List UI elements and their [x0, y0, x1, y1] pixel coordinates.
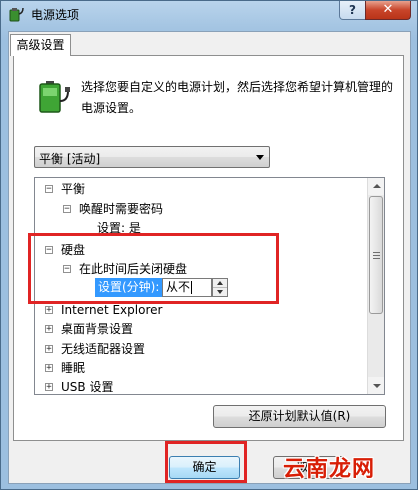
description-text: 选择您要自定义的电源计划，然后选择您希望计算机管理的电源设置。 [81, 80, 394, 115]
expand-icon[interactable]: + [45, 345, 53, 354]
collapse-icon[interactable]: − [45, 185, 53, 194]
tree-item-label: USB 设置 [61, 380, 114, 394]
power-plan-select[interactable]: 平衡 [活动] [34, 146, 270, 168]
collapse-icon[interactable]: − [63, 205, 71, 214]
expand-icon[interactable]: + [45, 364, 53, 373]
scroll-up-arrow-icon[interactable] [368, 178, 384, 195]
tree-item-label: 无线适配器设置 [61, 342, 146, 356]
tab-advanced-settings[interactable]: 高级设置 [10, 34, 71, 56]
window-title: 电源选项 [31, 8, 80, 22]
dropdown-arrow-icon [256, 155, 264, 160]
battery-plug-icon [39, 81, 70, 113]
annotation-box-hard-disk [28, 233, 279, 304]
tree-scrollbar[interactable] [367, 178, 384, 394]
tree-item-label: 唤醒时需要密码 [79, 202, 164, 216]
watermark-text: 云南龙网 [283, 457, 376, 482]
help-button[interactable]: ? [339, 1, 366, 20]
scroll-down-arrow-icon[interactable] [368, 377, 384, 394]
power-options-icon [9, 7, 24, 22]
tree-item-label: 桌面背景设置 [61, 322, 134, 336]
expand-icon[interactable]: + [45, 383, 53, 392]
scrollbar-thumb[interactable] [369, 196, 383, 314]
grip-line [373, 255, 380, 256]
tree-item-label: 睡眠 [61, 361, 86, 375]
grip-line [373, 258, 380, 259]
expand-icon[interactable]: + [45, 325, 53, 334]
power-plan-value: 平衡 [活动] [39, 152, 101, 166]
close-button[interactable]: ✕ [365, 1, 411, 20]
expand-icon[interactable]: + [45, 306, 53, 315]
restore-defaults-button[interactable]: 还原计划默认值(R) [213, 405, 386, 428]
grip-line [373, 252, 380, 253]
annotation-box-ok [165, 441, 247, 483]
title-bar[interactable]: 电源选项 ? ✕ [1, 1, 417, 27]
power-options-window: 电源选项 ? ✕ 高级设置 选择您要自定义的电源计划，然后选择您希望计算机管理的… [0, 0, 418, 490]
tree-item-label: 平衡 [61, 182, 86, 196]
